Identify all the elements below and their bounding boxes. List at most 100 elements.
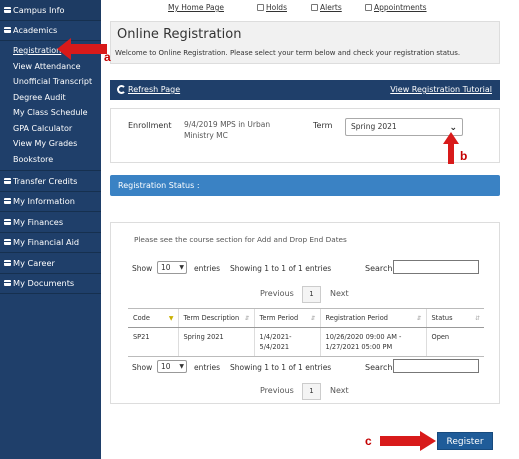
menu-icon: [4, 218, 11, 225]
column-header-label: Term Description: [183, 314, 240, 322]
sidebar-item-bookstore[interactable]: Bookstore: [0, 152, 101, 168]
page-1-button[interactable]: 1: [302, 286, 321, 303]
sidebar-section-label: Transfer Credits: [13, 175, 78, 186]
menu-icon: [4, 239, 11, 246]
menu-icon: [4, 198, 11, 205]
sidebar-item-unofficial-transcript[interactable]: Unofficial Transcript: [0, 74, 101, 90]
sidebar-my-financial-aid[interactable]: My Financial Aid: [0, 233, 101, 253]
menu-icon: [4, 259, 11, 266]
page-1-button[interactable]: 1: [302, 383, 321, 400]
registration-status-title: Registration Status :: [118, 181, 200, 190]
enrollment-label: Enrollment: [128, 121, 172, 130]
page-subtitle: Welcome to Online Registration. Please s…: [115, 49, 461, 57]
caret-down-icon: ▼: [179, 264, 184, 271]
registration-status-bar: Registration Status :: [110, 175, 500, 196]
sidebar-section-label: My Financial Aid: [13, 237, 80, 247]
showing-info: Showing 1 to 1 of 1 entries: [230, 363, 332, 372]
alerts-link[interactable]: Alerts: [311, 3, 342, 12]
column-header-registration-period[interactable]: Registration Period ⇵: [319, 308, 426, 328]
holds-icon: [257, 4, 264, 11]
search-input[interactable]: [393, 260, 479, 274]
table-row[interactable]: SP21 Spring 2021 1/4/2021-5/4/2021 10/26…: [128, 327, 484, 357]
alerts-label: Alerts: [320, 3, 342, 12]
register-button[interactable]: Register: [437, 432, 493, 450]
add-drop-note: Please see the course section for Add an…: [134, 235, 347, 244]
view-registration-tutorial-link[interactable]: View Registration Tutorial: [390, 85, 492, 94]
sidebar-my-career[interactable]: My Career: [0, 253, 101, 274]
menu-icon: [4, 6, 11, 13]
cell-status: Open: [425, 327, 484, 357]
table-header-row: Code ▼ Term Description ⇵ Term Period ⇵ Reg…: [128, 308, 484, 328]
show-label: Show: [132, 363, 153, 372]
showing-info: Showing 1 to 1 of 1 entries: [230, 264, 332, 273]
column-header-label: Term Period: [259, 314, 299, 322]
annotation-arrow-a: [57, 38, 107, 60]
cell-code: SP21: [128, 327, 178, 357]
entries-select-value: 10: [161, 263, 171, 272]
entries-select[interactable]: 10 ▼: [157, 360, 187, 373]
annotation-arrow-c: [380, 431, 436, 451]
sidebar-transfer-credits[interactable]: Transfer Credits: [0, 171, 101, 192]
refresh-page-label: Refresh Page: [128, 85, 181, 94]
sidebar-my-information[interactable]: My Information: [0, 192, 101, 212]
column-header-term-period[interactable]: Term Period ⇵: [253, 308, 320, 328]
registration-table-panel: Please see the course section for Add an…: [110, 222, 500, 404]
column-header-code[interactable]: Code ▼: [128, 308, 178, 328]
sidebar-section-label: My Finances: [13, 216, 64, 227]
appointments-link[interactable]: Appointments: [365, 3, 427, 12]
refresh-icon: [117, 85, 126, 94]
annotation-label-b: b: [460, 149, 468, 163]
sidebar-section-label: My Career: [13, 257, 55, 268]
enrollment-value: 9/4/2019 MPS in Urban Ministry MC: [184, 120, 271, 140]
sidebar-item-gpa-calculator[interactable]: GPA Calculator: [0, 121, 101, 137]
show-label: Show: [132, 264, 153, 273]
sidebar-my-documents[interactable]: My Documents: [0, 274, 101, 294]
sort-icon: ⇵: [474, 315, 480, 322]
refresh-page-link[interactable]: Refresh Page: [117, 85, 180, 94]
sidebar-item-my-class-schedule[interactable]: My Class Schedule: [0, 105, 101, 121]
sidebar-item-view-my-grades[interactable]: View My Grades: [0, 136, 101, 152]
next-button[interactable]: Next: [330, 289, 349, 298]
sidebar-campus-info[interactable]: Campus Info: [0, 0, 101, 21]
menu-icon: [4, 177, 11, 184]
my-home-page-link[interactable]: My Home Page: [168, 3, 224, 12]
enrollment-panel: Enrollment 9/4/2019 MPS in Urban Ministr…: [110, 108, 500, 163]
cell-term-description: Spring 2021: [177, 327, 254, 357]
entries-label: entries: [194, 264, 220, 273]
sort-icon: ▼: [168, 315, 174, 322]
entries-select[interactable]: 10 ▼: [157, 261, 187, 274]
sidebar-section-label: Campus Info: [13, 4, 65, 15]
menu-icon: [4, 27, 11, 34]
alerts-icon: [311, 4, 318, 11]
holds-link[interactable]: Holds: [257, 3, 287, 12]
show-entries-bottom: Show 10 ▼ entries Showing 1 to 1 of 1 ent…: [132, 360, 332, 374]
sidebar: Campus Info Academics Registration View …: [0, 0, 101, 459]
entries-select-value: 10: [161, 362, 171, 371]
menu-icon: [4, 280, 11, 287]
sidebar-item-view-attendance[interactable]: View Attendance: [0, 59, 101, 75]
registration-table: Code ▼ Term Description ⇵ Term Period ⇵ Reg…: [128, 308, 484, 357]
appointments-icon: [365, 4, 372, 11]
term-selected-value: Spring 2021: [351, 122, 397, 131]
column-header-term-description[interactable]: Term Description ⇵: [177, 308, 254, 328]
sort-icon: ⇵: [416, 315, 422, 322]
annotation-label-c: c: [365, 434, 372, 448]
next-button[interactable]: Next: [330, 386, 349, 395]
top-links: My Home Page Holds Alerts Appointments: [101, 0, 519, 16]
annotation-label-a: a: [104, 50, 111, 64]
sidebar-section-label: My Documents: [13, 278, 75, 288]
caret-down-icon: ▼: [179, 363, 184, 370]
column-header-label: Registration Period: [325, 314, 388, 322]
sidebar-my-finances[interactable]: My Finances: [0, 212, 101, 233]
sidebar-item-degree-audit[interactable]: Degree Audit: [0, 90, 101, 106]
sort-icon: ⇵: [244, 315, 250, 322]
previous-button[interactable]: Previous: [260, 386, 294, 395]
sidebar-section-label: Academics: [13, 25, 58, 35]
page-title: Online Registration: [117, 27, 242, 42]
search-label: Search: [365, 363, 393, 372]
search-input[interactable]: [393, 359, 479, 373]
previous-button[interactable]: Previous: [260, 289, 294, 298]
academics-submenu: Registration View Attendance Unofficial …: [0, 41, 101, 171]
column-header-status[interactable]: Status ⇵: [425, 308, 484, 328]
search-label: Search: [365, 264, 393, 273]
